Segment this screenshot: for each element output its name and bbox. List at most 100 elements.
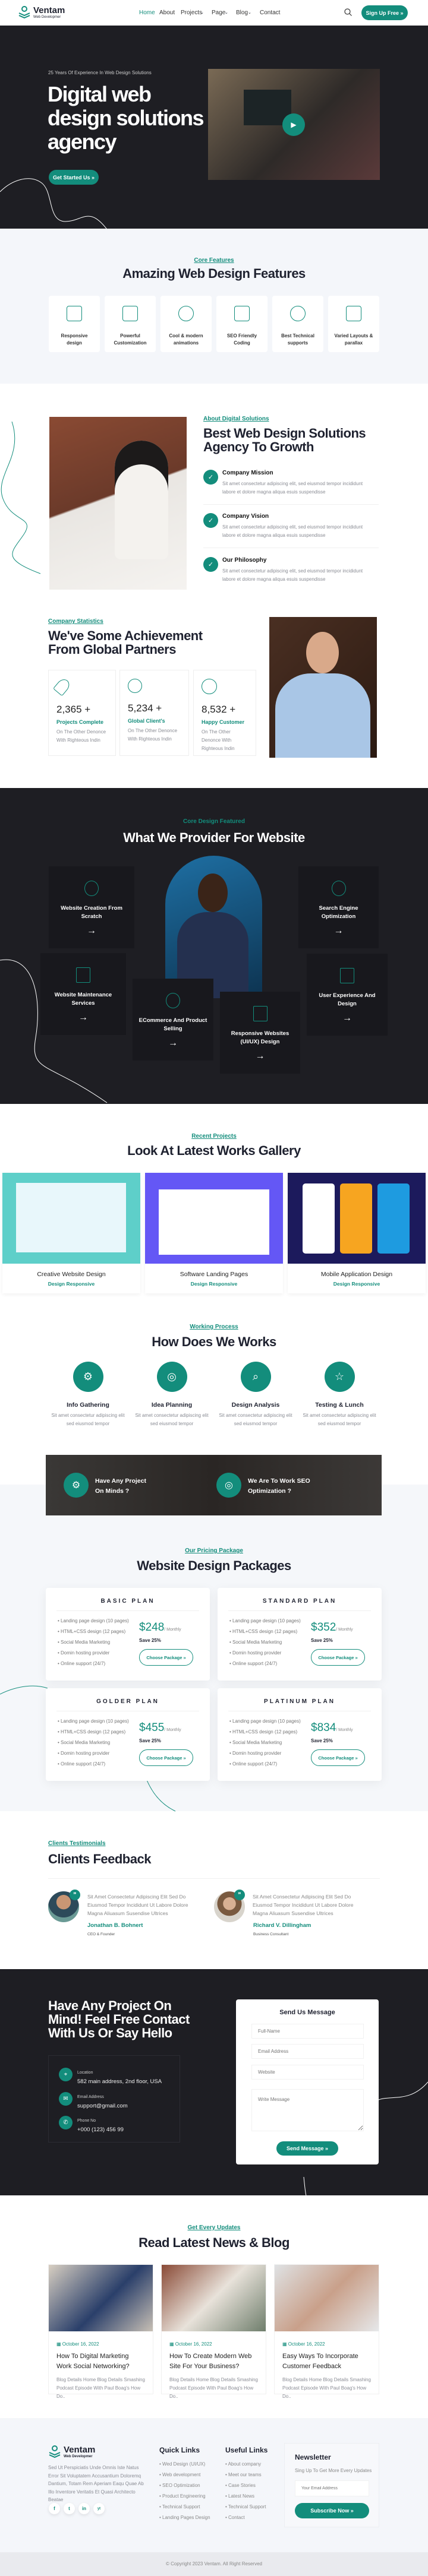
website-input[interactable]: [251, 2065, 364, 2080]
nav-contact[interactable]: Contact: [260, 10, 280, 16]
message-textarea[interactable]: [251, 2089, 364, 2131]
nav-blog[interactable]: Blog: [236, 10, 248, 16]
work-card[interactable]: Software Landing Pages Design Responsive: [145, 1173, 283, 1293]
plan-price: $834/ Monthly: [311, 1721, 353, 1735]
stat-label: Global Client's: [128, 718, 165, 724]
works-kicker: Recent Projects: [191, 1133, 237, 1140]
footer-link[interactable]: • Case Stories: [225, 2483, 266, 2493]
blog-post-title[interactable]: How To Digital Marketing Work Social Net…: [56, 2352, 145, 2372]
stat-number: 8,532 +: [202, 704, 236, 715]
footer-link[interactable]: • Landing Pages Design: [159, 2515, 210, 2526]
work-card[interactable]: Creative Website Design Design Responsive: [2, 1173, 140, 1293]
service-card[interactable]: User Experience And Design →: [307, 954, 388, 1036]
arrow-right-icon[interactable]: →: [298, 926, 379, 936]
footer-link[interactable]: • Technical Support: [159, 2504, 210, 2515]
work-card[interactable]: Mobile Application Design Design Responsi…: [288, 1173, 426, 1293]
about-title-line: Best Web Design Solutions: [203, 426, 366, 441]
plan-feature: • Online support (24/7): [58, 1661, 106, 1666]
landing-mockup: [16, 1183, 126, 1252]
choose-package-button[interactable]: Choose Package »: [139, 1649, 193, 1666]
service-title: Website Maintenance Services: [54, 992, 112, 1007]
youtube-icon[interactable]: yt: [93, 2503, 105, 2514]
arrow-right-icon[interactable]: →: [307, 1013, 388, 1024]
sign-up-button[interactable]: Sign Up Free »: [361, 5, 408, 20]
arrow-right-icon[interactable]: →: [220, 1051, 300, 1062]
linkedin-icon[interactable]: in: [78, 2503, 90, 2514]
blog-excerpt: Blog Details Home Blog Details Smashing …: [169, 2377, 258, 2399]
footer-link[interactable]: • Technical Support: [225, 2504, 266, 2515]
choose-package-button[interactable]: Choose Package »: [311, 1749, 365, 1766]
face: [198, 874, 228, 912]
info-value: 582 main address, 2nd floor, USA: [77, 2078, 162, 2085]
feature-label: Varied Layouts & parallax: [334, 333, 373, 346]
email-input[interactable]: [251, 2044, 364, 2059]
features-title: Amazing Web Design Features: [122, 266, 306, 281]
send-message-button[interactable]: Send Message »: [276, 2141, 338, 2156]
footer-link[interactable]: • Meet our teams: [225, 2472, 266, 2483]
stat-card: 2,365 + Projects Complete On The Other Den…: [48, 670, 116, 756]
blog-date: ▦ October 16, 2022: [169, 2341, 266, 2347]
blog-card[interactable]: ▦ October 16, 2022 Easy Ways To Incorpora…: [274, 2264, 379, 2399]
banner-line: Have Any Project: [95, 1477, 146, 1485]
plan-name: GOLDER PLAN: [96, 1698, 159, 1705]
useful-links: • About company • Meet our teams • Case St…: [225, 2461, 266, 2526]
hero-image: ▶: [208, 69, 380, 180]
plan-features: • Landing page design (10 pages) • HTML+C…: [58, 1719, 129, 1772]
search-icon[interactable]: [344, 8, 352, 16]
subscribe-button[interactable]: Subscribe Now »: [295, 2503, 369, 2518]
nav-home[interactable]: Home: [139, 10, 155, 16]
footer-logo[interactable]: Ventam Web Developmer: [48, 2445, 96, 2460]
get-started-button[interactable]: Get Started Us »: [49, 170, 99, 185]
logo[interactable]: Ventam Web Developmer: [18, 5, 65, 21]
work-image: [145, 1173, 283, 1264]
arrow-right-icon[interactable]: →: [133, 1038, 213, 1049]
service-card[interactable]: Responsive Websites (UI/UX) Design →: [220, 992, 300, 1074]
nav-about[interactable]: About: [159, 10, 175, 16]
blog-card[interactable]: ▦ October 16, 2022 How To Create Modern W…: [161, 2264, 266, 2399]
arrow-right-icon[interactable]: →: [40, 1012, 126, 1023]
info-value[interactable]: +000 (123) 456 99: [77, 2126, 124, 2133]
twitter-icon[interactable]: t: [64, 2503, 75, 2514]
choose-package-button[interactable]: Choose Package »: [311, 1649, 365, 1666]
stat-text: On The Other Denonce With Righteous Indi…: [56, 729, 106, 743]
testimonial-role: CEO & Founder: [87, 1932, 115, 1936]
pricing-kicker: Our Pricing Package: [185, 1548, 243, 1554]
facebook-icon[interactable]: f: [49, 2503, 60, 2514]
info-value[interactable]: support@gmail.com: [77, 2103, 128, 2109]
hero-title-line: design solutions: [48, 106, 204, 130]
contact-form: Send Us Message Send Message »: [236, 1999, 379, 2164]
nav-projects[interactable]: Projects: [181, 10, 202, 16]
gear-chart-icon: ⚙: [73, 1362, 103, 1392]
price-period: / Monthly: [336, 1628, 353, 1632]
step-text: Sit amet consectetur adipiscing elit sed…: [51, 1413, 125, 1426]
about-title-line: Agency To Growth: [203, 439, 314, 454]
blog-card[interactable]: ▦ October 16, 2022 How To Digital Marketi…: [48, 2264, 153, 2399]
pricing-title: Website Design Packages: [137, 1558, 291, 1573]
full-name-input[interactable]: [251, 2024, 364, 2039]
choose-package-button[interactable]: Choose Package »: [139, 1749, 193, 1766]
footer-link[interactable]: • About company: [225, 2461, 266, 2472]
service-card[interactable]: Website Maintenance Services →: [40, 953, 126, 1035]
service-card[interactable]: Website Creation From Scratch →: [49, 866, 134, 948]
plan-feature: • Social Media Marketing: [229, 1740, 282, 1745]
service-card[interactable]: ECommerce And Product Selling →: [133, 979, 213, 1061]
footer-link[interactable]: • SEO Optimization: [159, 2483, 210, 2493]
nav-page[interactable]: Page: [212, 10, 225, 16]
about-image: [49, 417, 187, 590]
plan-feature: • Domin hosting provider: [58, 1751, 110, 1756]
footer-link[interactable]: • Latest News: [225, 2493, 266, 2504]
footer-link[interactable]: • Product Engineering: [159, 2493, 210, 2504]
newsletter-email-input[interactable]: [295, 2480, 369, 2496]
footer-link[interactable]: • Web development: [159, 2472, 210, 2483]
service-card[interactable]: Search Engine Optimization →: [298, 866, 379, 948]
plan-feature: • Social Media Marketing: [229, 1640, 282, 1645]
play-button[interactable]: ▶: [282, 113, 305, 136]
check-icon: ✓: [203, 470, 218, 485]
blog-post-title[interactable]: Easy Ways To Incorporate Customer Feedba…: [282, 2352, 371, 2372]
footer-link[interactable]: • Wed Design (UI/UX): [159, 2461, 210, 2472]
divider: [56, 1610, 199, 1611]
footer-link[interactable]: • Contact: [225, 2515, 266, 2526]
blog-post-title[interactable]: How To Create Modern Web Site For Your B…: [169, 2352, 258, 2372]
about-item-title: Our Philosophy: [222, 557, 267, 564]
arrow-right-icon[interactable]: →: [49, 926, 134, 936]
